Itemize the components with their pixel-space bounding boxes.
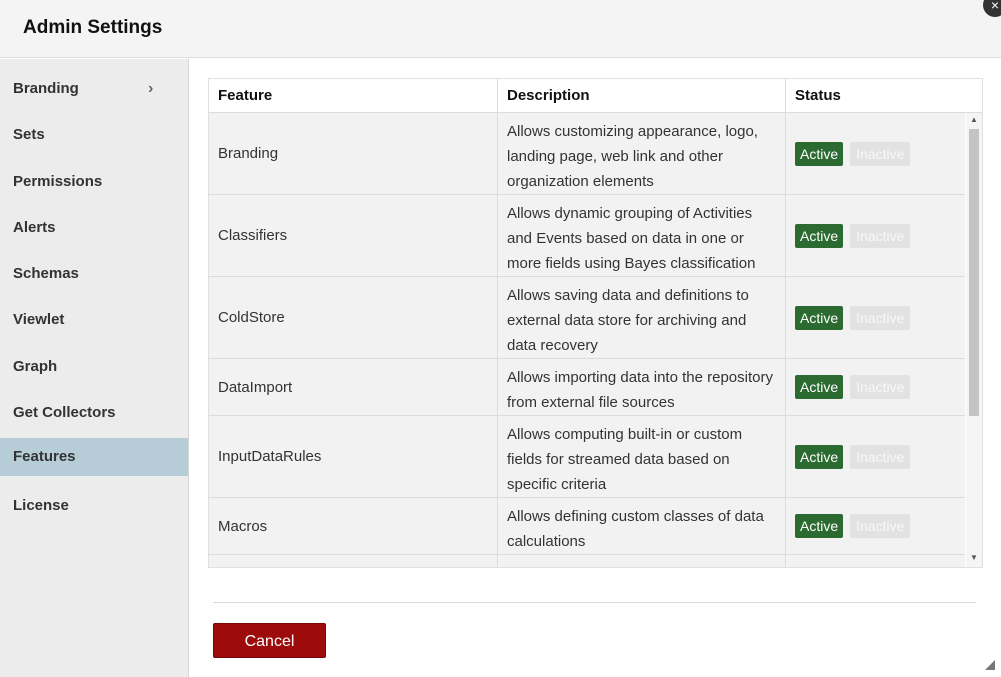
sidebar-item-sets[interactable]: Sets	[0, 116, 188, 154]
inactive-button[interactable]: Inactive	[850, 375, 911, 399]
feature-name: InputDataRules	[218, 448, 322, 465]
footer-divider	[213, 602, 976, 603]
sidebar-item-alerts[interactable]: Alerts	[0, 209, 188, 247]
status-cell: Active Inactive	[785, 113, 965, 194]
settings-sidebar: Branding › Sets Permissions Alerts Schem…	[0, 59, 189, 677]
sidebar-item-label: Alerts	[13, 219, 56, 236]
sidebar-item-label: Sets	[13, 126, 45, 143]
sidebar-item-schemas[interactable]: Schemas	[0, 255, 188, 293]
inactive-button[interactable]: Inactive	[850, 141, 911, 166]
feature-name: Classifiers	[218, 227, 288, 244]
feature-description: Allows importing data into the repositor…	[497, 359, 785, 415]
inactive-button[interactable]: Inactive	[850, 444, 911, 469]
admin-settings-dialog: Admin Settings × Branding › Sets Permiss…	[0, 0, 1001, 677]
status-cell: Active Inactive	[785, 416, 965, 497]
inactive-button[interactable]: Inactive	[850, 305, 911, 330]
sidebar-item-viewlet[interactable]: Viewlet	[0, 301, 188, 339]
features-table: Feature Description Status Branding Allo…	[208, 78, 983, 568]
sidebar-item-label: License	[13, 497, 69, 514]
table-row-partial: Allows grouping of Activities and Events	[209, 555, 965, 567]
table-row: Classifiers Allows dynamic grouping of A…	[209, 195, 965, 277]
active-button[interactable]: Active	[795, 375, 844, 399]
feature-description: Allows customizing appearance, logo, lan…	[497, 113, 785, 194]
chevron-right-icon: ›	[148, 80, 154, 97]
feature-name: DataImport	[218, 378, 293, 396]
table-body: Branding Allows customizing appearance, …	[209, 113, 965, 567]
feature-description: Allows grouping of Activities and Events	[497, 555, 785, 567]
sidebar-item-license[interactable]: License	[0, 487, 188, 525]
feature-name	[209, 555, 497, 567]
sidebar-item-permissions[interactable]: Permissions	[0, 163, 188, 201]
sidebar-item-graph[interactable]: Graph	[0, 348, 188, 386]
feature-description: Allows dynamic grouping of Activities an…	[497, 195, 785, 276]
table-row: InputDataRules Allows computing built-in…	[209, 416, 965, 498]
sidebar-item-get-collectors[interactable]: Get Collectors	[0, 394, 188, 432]
sidebar-item-branding[interactable]: Branding ›	[0, 70, 188, 108]
feature-name: ColdStore	[218, 309, 285, 326]
table-row: ColdStore Allows saving data and definit…	[209, 277, 965, 359]
cancel-button[interactable]: Cancel	[213, 623, 326, 658]
table-scrollbar[interactable]: ▲ ▼	[966, 113, 982, 567]
column-header-status: Status	[785, 79, 982, 113]
feature-description: Allows saving data and definitions to ex…	[497, 277, 785, 358]
scroll-down-icon[interactable]: ▼	[970, 553, 978, 562]
close-icon[interactable]: ×	[983, 0, 1001, 17]
table-row: DataImport Allows importing data into th…	[209, 359, 965, 416]
status-cell: Active Inactive	[785, 277, 965, 358]
active-button[interactable]: Active	[795, 305, 844, 330]
sidebar-item-label: Viewlet	[13, 311, 65, 328]
status-cell: Active Inactive	[785, 359, 965, 415]
status-cell: Active Inactive	[785, 498, 965, 554]
active-button[interactable]: Active	[795, 514, 844, 538]
sidebar-item-label: Get Collectors	[13, 404, 116, 421]
dialog-title: Admin Settings	[23, 17, 163, 38]
feature-name: Macros	[218, 517, 268, 535]
table-row: Branding Allows customizing appearance, …	[209, 113, 965, 195]
sidebar-item-features[interactable]: Features	[0, 438, 188, 476]
table-row: Macros Allows defining custom classes of…	[209, 498, 965, 555]
column-header-feature: Feature	[218, 87, 273, 104]
sidebar-item-label: Branding	[13, 80, 79, 97]
inactive-button[interactable]: Inactive	[850, 514, 911, 538]
dialog-header: Admin Settings ×	[0, 0, 1001, 58]
sidebar-item-label: Features	[13, 448, 76, 465]
feature-description: Allows defining custom classes of data c…	[497, 498, 785, 554]
sidebar-item-label: Schemas	[13, 265, 79, 282]
inactive-button[interactable]: Inactive	[850, 223, 911, 248]
active-button[interactable]: Active	[795, 141, 844, 166]
status-cell: Active Inactive	[785, 195, 965, 276]
table-header: Feature Description Status	[209, 79, 982, 113]
sidebar-item-label: Graph	[13, 358, 58, 375]
column-header-description: Description	[497, 79, 785, 113]
scroll-up-icon[interactable]: ▲	[970, 115, 978, 124]
feature-description: Allows computing built-in or custom fiel…	[497, 416, 785, 497]
resize-grip-icon[interactable]	[985, 660, 995, 670]
status-cell	[785, 555, 965, 567]
active-button[interactable]: Active	[795, 223, 844, 248]
active-button[interactable]: Active	[795, 444, 844, 469]
sidebar-item-label: Permissions	[13, 173, 103, 190]
scrollbar-thumb[interactable]	[969, 129, 979, 416]
feature-name: Branding	[218, 145, 279, 162]
